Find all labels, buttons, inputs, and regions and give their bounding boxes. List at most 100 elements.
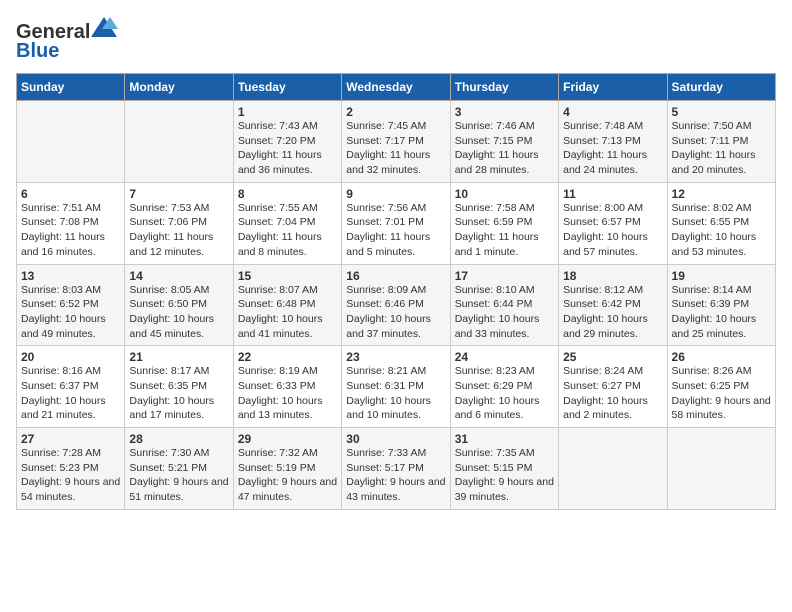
calendar-cell: 23Sunrise: 8:21 AM Sunset: 6:31 PM Dayli… [342, 346, 450, 428]
calendar-cell: 29Sunrise: 7:32 AM Sunset: 5:19 PM Dayli… [233, 428, 341, 510]
logo-icon [90, 16, 118, 38]
day-info: Sunrise: 8:02 AM Sunset: 6:55 PM Dayligh… [672, 201, 771, 260]
day-number: 12 [672, 187, 771, 201]
calendar-week-3: 13Sunrise: 8:03 AM Sunset: 6:52 PM Dayli… [17, 264, 776, 346]
calendar-header-wednesday: Wednesday [342, 74, 450, 101]
calendar-cell: 2Sunrise: 7:45 AM Sunset: 7:17 PM Daylig… [342, 101, 450, 183]
calendar-cell: 4Sunrise: 7:48 AM Sunset: 7:13 PM Daylig… [559, 101, 667, 183]
day-number: 5 [672, 105, 771, 119]
day-info: Sunrise: 7:48 AM Sunset: 7:13 PM Dayligh… [563, 119, 662, 178]
calendar-header-friday: Friday [559, 74, 667, 101]
calendar-cell: 17Sunrise: 8:10 AM Sunset: 6:44 PM Dayli… [450, 264, 558, 346]
calendar-cell: 25Sunrise: 8:24 AM Sunset: 6:27 PM Dayli… [559, 346, 667, 428]
calendar-cell: 12Sunrise: 8:02 AM Sunset: 6:55 PM Dayli… [667, 182, 775, 264]
day-number: 26 [672, 350, 771, 364]
calendar-week-4: 20Sunrise: 8:16 AM Sunset: 6:37 PM Dayli… [17, 346, 776, 428]
calendar-cell: 6Sunrise: 7:51 AM Sunset: 7:08 PM Daylig… [17, 182, 125, 264]
calendar-cell: 16Sunrise: 8:09 AM Sunset: 6:46 PM Dayli… [342, 264, 450, 346]
day-number: 16 [346, 269, 445, 283]
day-info: Sunrise: 8:07 AM Sunset: 6:48 PM Dayligh… [238, 283, 337, 342]
calendar-week-1: 1Sunrise: 7:43 AM Sunset: 7:20 PM Daylig… [17, 101, 776, 183]
logo: General Blue [16, 16, 118, 63]
day-number: 28 [129, 432, 228, 446]
day-number: 8 [238, 187, 337, 201]
day-number: 17 [455, 269, 554, 283]
day-number: 1 [238, 105, 337, 119]
day-info: Sunrise: 7:56 AM Sunset: 7:01 PM Dayligh… [346, 201, 445, 260]
day-info: Sunrise: 8:24 AM Sunset: 6:27 PM Dayligh… [563, 364, 662, 423]
day-info: Sunrise: 8:17 AM Sunset: 6:35 PM Dayligh… [129, 364, 228, 423]
day-info: Sunrise: 7:53 AM Sunset: 7:06 PM Dayligh… [129, 201, 228, 260]
day-number: 24 [455, 350, 554, 364]
calendar-cell: 10Sunrise: 7:58 AM Sunset: 6:59 PM Dayli… [450, 182, 558, 264]
day-info: Sunrise: 7:28 AM Sunset: 5:23 PM Dayligh… [21, 446, 120, 505]
calendar-header-sunday: Sunday [17, 74, 125, 101]
calendar-cell: 9Sunrise: 7:56 AM Sunset: 7:01 PM Daylig… [342, 182, 450, 264]
day-info: Sunrise: 8:05 AM Sunset: 6:50 PM Dayligh… [129, 283, 228, 342]
day-number: 23 [346, 350, 445, 364]
calendar-cell [667, 428, 775, 510]
day-info: Sunrise: 7:33 AM Sunset: 5:17 PM Dayligh… [346, 446, 445, 505]
day-info: Sunrise: 7:50 AM Sunset: 7:11 PM Dayligh… [672, 119, 771, 178]
calendar-cell: 1Sunrise: 7:43 AM Sunset: 7:20 PM Daylig… [233, 101, 341, 183]
day-info: Sunrise: 8:12 AM Sunset: 6:42 PM Dayligh… [563, 283, 662, 342]
calendar-cell: 15Sunrise: 8:07 AM Sunset: 6:48 PM Dayli… [233, 264, 341, 346]
day-number: 6 [21, 187, 120, 201]
day-info: Sunrise: 8:26 AM Sunset: 6:25 PM Dayligh… [672, 364, 771, 423]
day-info: Sunrise: 7:45 AM Sunset: 7:17 PM Dayligh… [346, 119, 445, 178]
day-number: 14 [129, 269, 228, 283]
calendar-header-thursday: Thursday [450, 74, 558, 101]
day-number: 18 [563, 269, 662, 283]
calendar-cell: 14Sunrise: 8:05 AM Sunset: 6:50 PM Dayli… [125, 264, 233, 346]
day-number: 11 [563, 187, 662, 201]
calendar-cell: 22Sunrise: 8:19 AM Sunset: 6:33 PM Dayli… [233, 346, 341, 428]
calendar-week-5: 27Sunrise: 7:28 AM Sunset: 5:23 PM Dayli… [17, 428, 776, 510]
day-info: Sunrise: 8:23 AM Sunset: 6:29 PM Dayligh… [455, 364, 554, 423]
day-info: Sunrise: 8:10 AM Sunset: 6:44 PM Dayligh… [455, 283, 554, 342]
day-number: 4 [563, 105, 662, 119]
day-info: Sunrise: 8:00 AM Sunset: 6:57 PM Dayligh… [563, 201, 662, 260]
day-number: 22 [238, 350, 337, 364]
day-number: 19 [672, 269, 771, 283]
day-number: 2 [346, 105, 445, 119]
calendar-cell: 11Sunrise: 8:00 AM Sunset: 6:57 PM Dayli… [559, 182, 667, 264]
day-number: 25 [563, 350, 662, 364]
calendar-cell: 13Sunrise: 8:03 AM Sunset: 6:52 PM Dayli… [17, 264, 125, 346]
day-info: Sunrise: 7:30 AM Sunset: 5:21 PM Dayligh… [129, 446, 228, 505]
day-info: Sunrise: 7:46 AM Sunset: 7:15 PM Dayligh… [455, 119, 554, 178]
day-number: 20 [21, 350, 120, 364]
day-number: 27 [21, 432, 120, 446]
calendar-cell: 31Sunrise: 7:35 AM Sunset: 5:15 PM Dayli… [450, 428, 558, 510]
day-info: Sunrise: 8:16 AM Sunset: 6:37 PM Dayligh… [21, 364, 120, 423]
calendar-header-row: SundayMondayTuesdayWednesdayThursdayFrid… [17, 74, 776, 101]
calendar-cell: 30Sunrise: 7:33 AM Sunset: 5:17 PM Dayli… [342, 428, 450, 510]
calendar-cell: 19Sunrise: 8:14 AM Sunset: 6:39 PM Dayli… [667, 264, 775, 346]
day-info: Sunrise: 8:21 AM Sunset: 6:31 PM Dayligh… [346, 364, 445, 423]
calendar-cell: 20Sunrise: 8:16 AM Sunset: 6:37 PM Dayli… [17, 346, 125, 428]
day-number: 30 [346, 432, 445, 446]
day-info: Sunrise: 8:14 AM Sunset: 6:39 PM Dayligh… [672, 283, 771, 342]
calendar-cell: 3Sunrise: 7:46 AM Sunset: 7:15 PM Daylig… [450, 101, 558, 183]
day-info: Sunrise: 8:03 AM Sunset: 6:52 PM Dayligh… [21, 283, 120, 342]
calendar-cell [125, 101, 233, 183]
day-number: 21 [129, 350, 228, 364]
calendar-table: SundayMondayTuesdayWednesdayThursdayFrid… [16, 73, 776, 510]
calendar-cell: 21Sunrise: 8:17 AM Sunset: 6:35 PM Dayli… [125, 346, 233, 428]
calendar-cell: 18Sunrise: 8:12 AM Sunset: 6:42 PM Dayli… [559, 264, 667, 346]
day-number: 7 [129, 187, 228, 201]
calendar-header-saturday: Saturday [667, 74, 775, 101]
calendar-header-monday: Monday [125, 74, 233, 101]
day-number: 3 [455, 105, 554, 119]
calendar-cell: 24Sunrise: 8:23 AM Sunset: 6:29 PM Dayli… [450, 346, 558, 428]
day-info: Sunrise: 7:51 AM Sunset: 7:08 PM Dayligh… [21, 201, 120, 260]
calendar-week-2: 6Sunrise: 7:51 AM Sunset: 7:08 PM Daylig… [17, 182, 776, 264]
calendar-cell: 28Sunrise: 7:30 AM Sunset: 5:21 PM Dayli… [125, 428, 233, 510]
page-header: General Blue [16, 16, 776, 63]
calendar-cell [17, 101, 125, 183]
day-number: 15 [238, 269, 337, 283]
day-number: 29 [238, 432, 337, 446]
day-number: 31 [455, 432, 554, 446]
day-number: 10 [455, 187, 554, 201]
day-info: Sunrise: 7:35 AM Sunset: 5:15 PM Dayligh… [455, 446, 554, 505]
day-number: 9 [346, 187, 445, 201]
